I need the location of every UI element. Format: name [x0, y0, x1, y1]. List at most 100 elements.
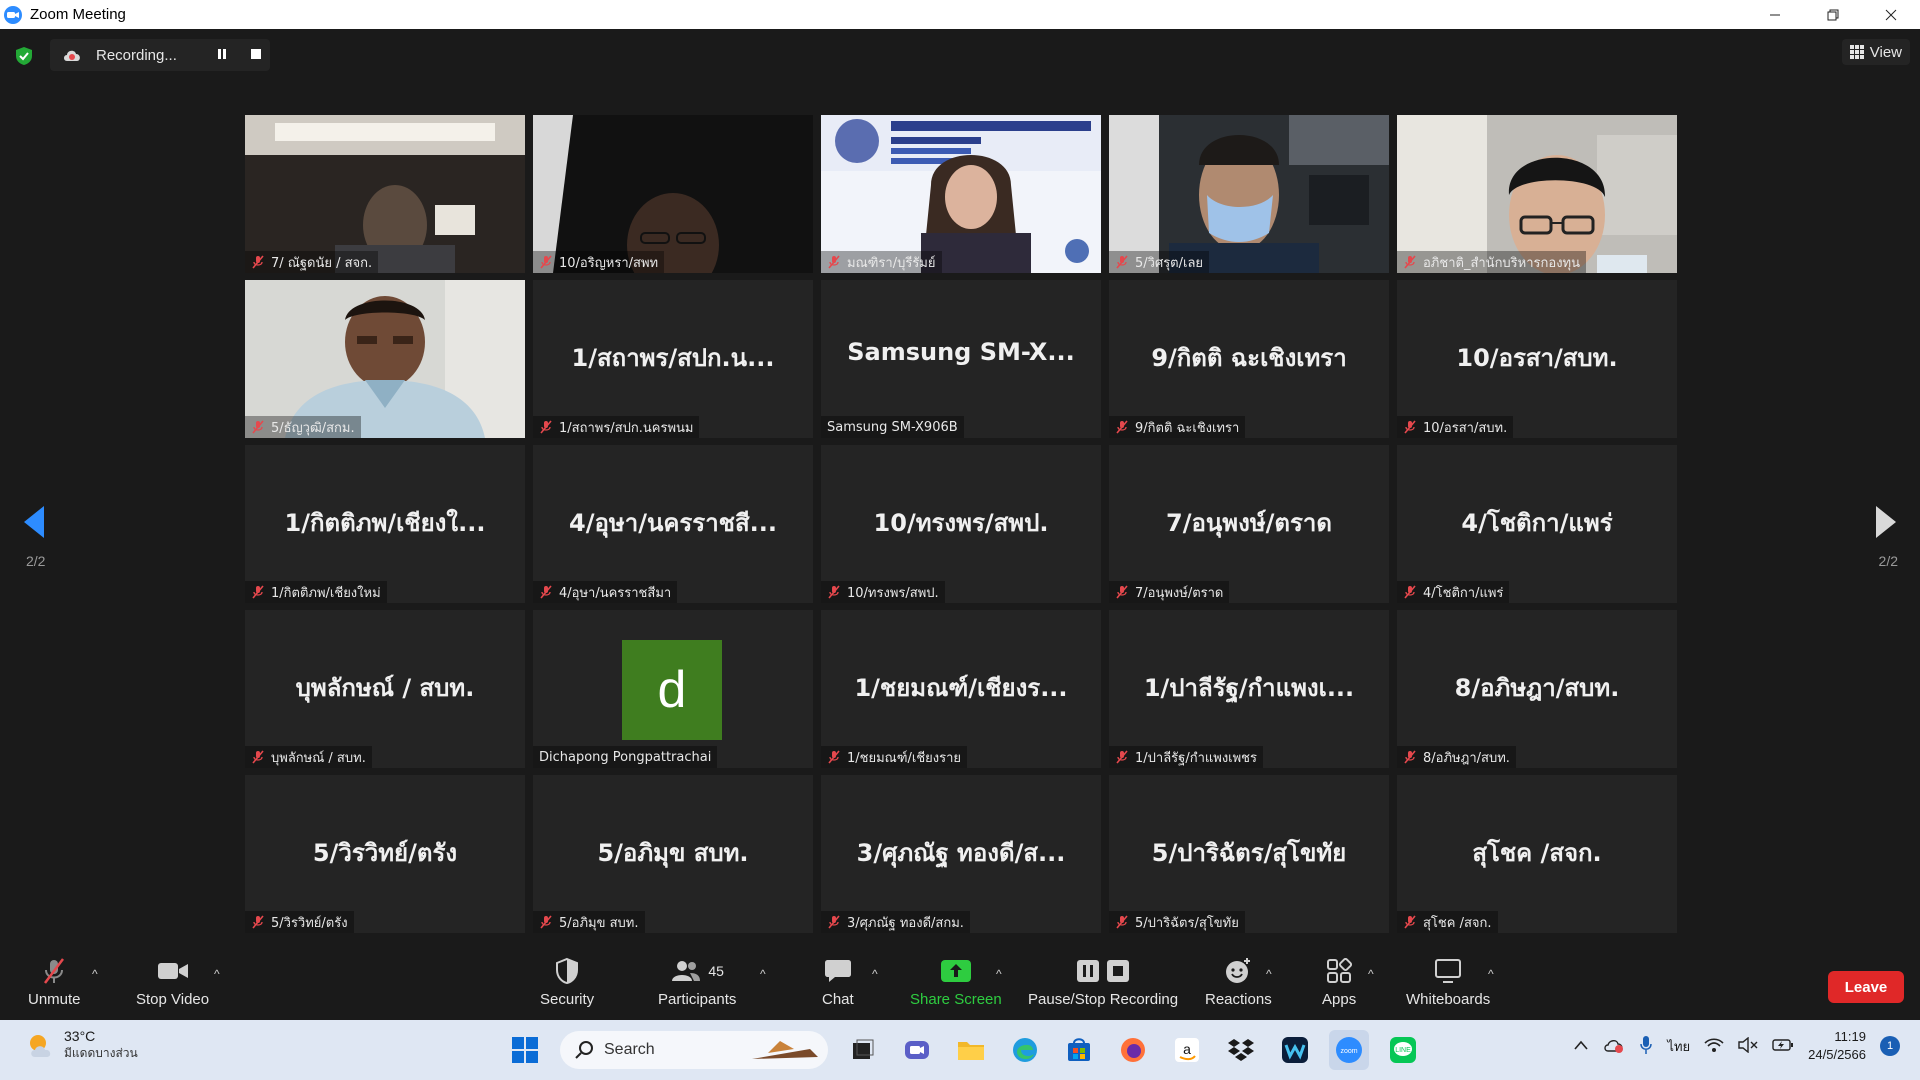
participants-button[interactable]: 45 Participants — [658, 953, 736, 1008]
encryption-shield-icon[interactable] — [14, 46, 34, 66]
weather-widget[interactable]: 33°C มีแดดบางส่วน — [26, 1028, 138, 1063]
video-camera-icon — [157, 963, 188, 979]
wifi-tray-icon[interactable] — [1704, 1037, 1724, 1056]
participant-tile[interactable]: 5/วิศรุต/เลย — [1109, 115, 1389, 273]
participant-tile[interactable]: 7/ ณัฐดนัย / สจก. — [245, 115, 525, 273]
participant-tile[interactable]: 4/โชติกา/แพร่ 4/โชติกา/แพร่ — [1397, 445, 1677, 603]
share-screen-button[interactable]: Share Screen — [910, 953, 1002, 1008]
participant-name-label: 5/วิศรุต/เลย — [1109, 251, 1210, 273]
muted-mic-icon — [1404, 915, 1416, 929]
participant-tile[interactable]: 5/อภิมุข สบท. 5/อภิมุข สบท. — [533, 775, 813, 933]
participant-name-label: บุพลักษณ์ / สบท. — [245, 746, 372, 768]
participants-options-caret[interactable]: ^ — [760, 967, 766, 981]
cloud-recording-icon — [64, 50, 80, 61]
reactions-button[interactable]: Reactions — [1205, 953, 1272, 1008]
close-button[interactable] — [1862, 0, 1920, 29]
whiteboards-button[interactable]: Whiteboards — [1406, 953, 1490, 1008]
participant-name: 1/ชยมณฑ์/เชียงราย — [847, 750, 962, 766]
audio-options-caret[interactable]: ^ — [92, 967, 98, 981]
participant-tile[interactable]: 10/อรสา/สบท. 10/อรสา/สบท. — [1397, 280, 1677, 438]
video-options-caret[interactable]: ^ — [214, 967, 220, 981]
line-app[interactable]: LINE — [1383, 1030, 1423, 1070]
security-button[interactable]: Security — [540, 953, 594, 1008]
chat-options-caret[interactable]: ^ — [872, 967, 878, 981]
firefox-app[interactable] — [1113, 1030, 1153, 1070]
participant-tile[interactable]: 3/ศุภณัฐ ทองดี/ส... 3/ศุภณัฐ ทองดี/สกม. — [821, 775, 1101, 933]
participant-tile[interactable]: บุพลักษณ์ / สบท. บุพลักษณ์ / สบท. — [245, 610, 525, 768]
participant-name-label: 5/วิรวิทย์/ตรัง — [245, 911, 354, 933]
system-clock[interactable]: 11:19 24/5/2566 — [1808, 1028, 1866, 1064]
participant-tile[interactable]: 5/วิรวิทย์/ตรัง 5/วิรวิทย์/ตรัง — [245, 775, 525, 933]
muted-mic-icon — [540, 585, 552, 599]
whiteboards-options-caret[interactable]: ^ — [1488, 967, 1494, 981]
battery-tray-icon[interactable] — [1772, 1037, 1794, 1056]
svg-text:LINE: LINE — [1395, 1047, 1411, 1054]
next-page-button[interactable] — [1874, 504, 1898, 545]
participant-tile[interactable]: 1/ปาลีรัฐ/กำแพงเ... 1/ปาลีรัฐ/กำแพงเพชร — [1109, 610, 1389, 768]
show-hidden-icons-button[interactable] — [1573, 1039, 1589, 1054]
volume-tray-icon[interactable] — [1738, 1036, 1758, 1056]
leave-button[interactable]: Leave — [1828, 971, 1904, 1003]
stop-recording-button[interactable] — [250, 48, 262, 63]
participant-name-label: 5/อภิมุข สบท. — [533, 911, 645, 933]
notification-badge[interactable]: 1 — [1880, 1036, 1900, 1056]
file-explorer-app[interactable] — [951, 1030, 991, 1070]
participant-tile[interactable]: 8/อภิษฎา/สบท. 8/อภิษฎา/สบท. — [1397, 610, 1677, 768]
task-view-button[interactable] — [843, 1030, 883, 1070]
participant-name-label: มณฑิรา/บุรีรัมย์ — [821, 251, 942, 273]
pause-recording-button[interactable] — [216, 48, 228, 63]
participant-display-name: 9/กิตติ ฉะเชิงเทรา — [1151, 344, 1347, 372]
participant-name-label: 1/กิตติภพ/เชียงใหม่ — [245, 581, 387, 603]
view-button[interactable]: View — [1841, 39, 1910, 65]
zoom-taskbar-app[interactable]: zoom — [1329, 1030, 1369, 1070]
input-language[interactable]: ไทย — [1667, 1036, 1690, 1057]
zoom-icon: zoom — [1336, 1037, 1362, 1063]
apps-button[interactable]: Apps — [1322, 953, 1356, 1008]
participant-tile[interactable]: 9/กิตติ ฉะเชิงเทรา 9/กิตติ ฉะเชิงเทรา — [1109, 280, 1389, 438]
window-title: Zoom Meeting — [30, 6, 126, 23]
clock-date: 24/5/2566 — [1808, 1047, 1866, 1062]
participant-tile[interactable]: 7/อนุพงษ์/ตราด 7/อนุพงษ์/ตราด — [1109, 445, 1389, 603]
participant-tile[interactable]: 10/ทรงพร/สพป. 10/ทรงพร/สพป. — [821, 445, 1101, 603]
unmute-button[interactable]: Unmute — [28, 953, 81, 1008]
participant-tile[interactable]: อภิชาติ_สำนักบริหารกองทุน — [1397, 115, 1677, 273]
onedrive-tray-icon[interactable] — [1603, 1037, 1625, 1056]
line-icon: LINE — [1390, 1037, 1416, 1063]
stop-video-button[interactable]: Stop Video — [136, 953, 209, 1008]
participant-tile[interactable]: 10/อริญหรา/สพท — [533, 115, 813, 273]
restore-button[interactable] — [1804, 0, 1862, 29]
reactions-options-caret[interactable]: ^ — [1266, 967, 1272, 981]
previous-page-button[interactable] — [22, 504, 46, 545]
start-button[interactable] — [505, 1030, 545, 1070]
participants-count: 45 — [708, 963, 724, 979]
participant-name: อภิชาติ_สำนักบริหารกองทุน — [1423, 255, 1581, 271]
dropbox-app[interactable] — [1221, 1030, 1261, 1070]
edge-browser-app[interactable] — [1005, 1030, 1045, 1070]
participant-video — [821, 115, 1101, 273]
participant-tile[interactable]: 1/กิตติภพ/เชียงใ... 1/กิตติภพ/เชียงใหม่ — [245, 445, 525, 603]
pause-stop-recording-button[interactable]: Pause/Stop Recording — [1028, 953, 1178, 1008]
participant-tile[interactable]: 1/สถาพร/สปก.น... 1/สถาพร/สปก.นครพนม — [533, 280, 813, 438]
store-icon — [1068, 1038, 1090, 1061]
participant-name-label: Samsung SM-X906B — [821, 416, 964, 438]
participant-display-name: 1/ชยมณฑ์/เชียงร... — [854, 674, 1068, 702]
microphone-tray-icon[interactable] — [1639, 1035, 1653, 1058]
amazon-app[interactable]: a — [1167, 1030, 1207, 1070]
share-screen-label: Share Screen — [910, 991, 1002, 1008]
participant-tile[interactable]: มณฑิรา/บุรีรัมย์ — [821, 115, 1101, 273]
taskbar-search[interactable]: Search — [560, 1031, 828, 1069]
webex-app[interactable] — [1275, 1030, 1315, 1070]
participant-tile[interactable]: 5/ธัญวุฒิ/สกม. — [245, 280, 525, 438]
share-options-caret[interactable]: ^ — [996, 967, 1002, 981]
minimize-button[interactable] — [1746, 0, 1804, 29]
participant-tile[interactable]: Samsung SM-X... Samsung SM-X906B — [821, 280, 1101, 438]
chat-button[interactable]: Chat — [822, 953, 854, 1008]
participant-tile[interactable]: d Dichapong Pongpattrachai — [533, 610, 813, 768]
store-app[interactable] — [1059, 1030, 1099, 1070]
participant-tile[interactable]: สุโชค /สจก. สุโชค /สจก. — [1397, 775, 1677, 933]
apps-options-caret[interactable]: ^ — [1368, 967, 1374, 981]
meet-app[interactable] — [897, 1030, 937, 1070]
participant-tile[interactable]: 4/อุษา/นครราชสี... 4/อุษา/นครราชสีมา — [533, 445, 813, 603]
participant-tile[interactable]: 5/ปาริฉัตร/สุโขทัย 5/ปาริฉัตร/สุโขทัย — [1109, 775, 1389, 933]
participant-tile[interactable]: 1/ชยมณฑ์/เชียงร... 1/ชยมณฑ์/เชียงราย — [821, 610, 1101, 768]
